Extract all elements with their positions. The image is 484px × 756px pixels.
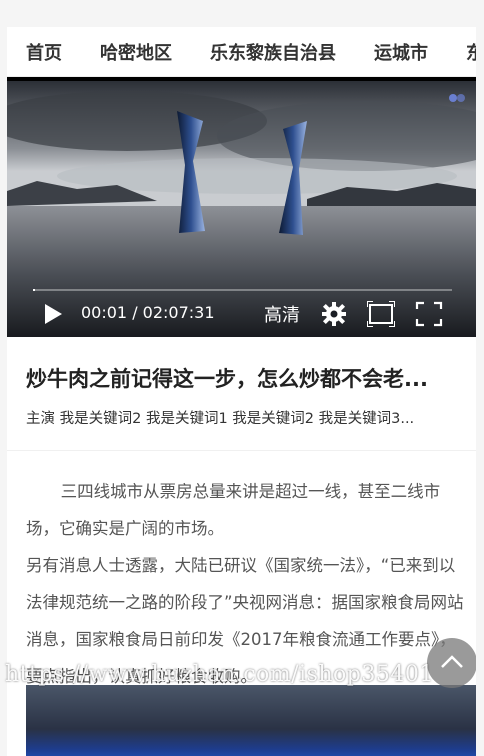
category-nav: 首页 哈密地区 乐东黎族自治县 运城市 东 <box>7 27 476 77</box>
nav-item-ledong[interactable]: 乐东黎族自治县 <box>210 39 336 65</box>
fullscreen-icon[interactable] <box>415 301 443 327</box>
video-controls: 00:01 / 02:07:31 高清 <box>7 285 476 337</box>
chevron-up-icon <box>441 655 463 668</box>
nav-item-home[interactable]: 首页 <box>26 39 62 65</box>
pip-icon[interactable] <box>367 301 395 327</box>
article-keywords: 主演 我是关键词2 我是关键词1 我是关键词2 我是关键词3... <box>26 411 415 427</box>
video-progress-fill <box>33 289 36 291</box>
back-to-top-button[interactable] <box>427 638 476 688</box>
video-progress-bar[interactable] <box>33 289 452 291</box>
nav-item-yuncheng[interactable]: 运城市 <box>374 39 428 65</box>
article-image <box>26 685 476 756</box>
article-title: 炒牛肉之前记得这一步，怎么炒都不会老... <box>26 367 428 391</box>
nav-item-more[interactable]: 东 <box>466 39 476 65</box>
page-container: 首页 哈密地区 乐东黎族自治县 运城市 东 <box>7 27 476 756</box>
article-paragraph: 三四线城市从票房总量来讲是超过一线，甚至二线市场，它确实是广阔的市场。 <box>26 482 441 538</box>
play-icon[interactable] <box>43 303 63 325</box>
video-time: 00:01 / 02:07:31 <box>81 303 215 322</box>
video-player[interactable]: 00:01 / 02:07:31 高清 <box>7 77 476 337</box>
settings-icon[interactable] <box>320 301 348 327</box>
quality-button[interactable]: 高清 <box>264 301 300 327</box>
site-watermark: https://www.huzhan.com/ishop35401 <box>5 662 434 687</box>
article-body: 三四线城市从票房总量来讲是超过一线，甚至二线市场，它确实是广阔的市场。 另有消息… <box>7 451 476 695</box>
nav-item-hami[interactable]: 哈密地区 <box>100 39 172 65</box>
channel-logo-icon <box>449 94 465 102</box>
